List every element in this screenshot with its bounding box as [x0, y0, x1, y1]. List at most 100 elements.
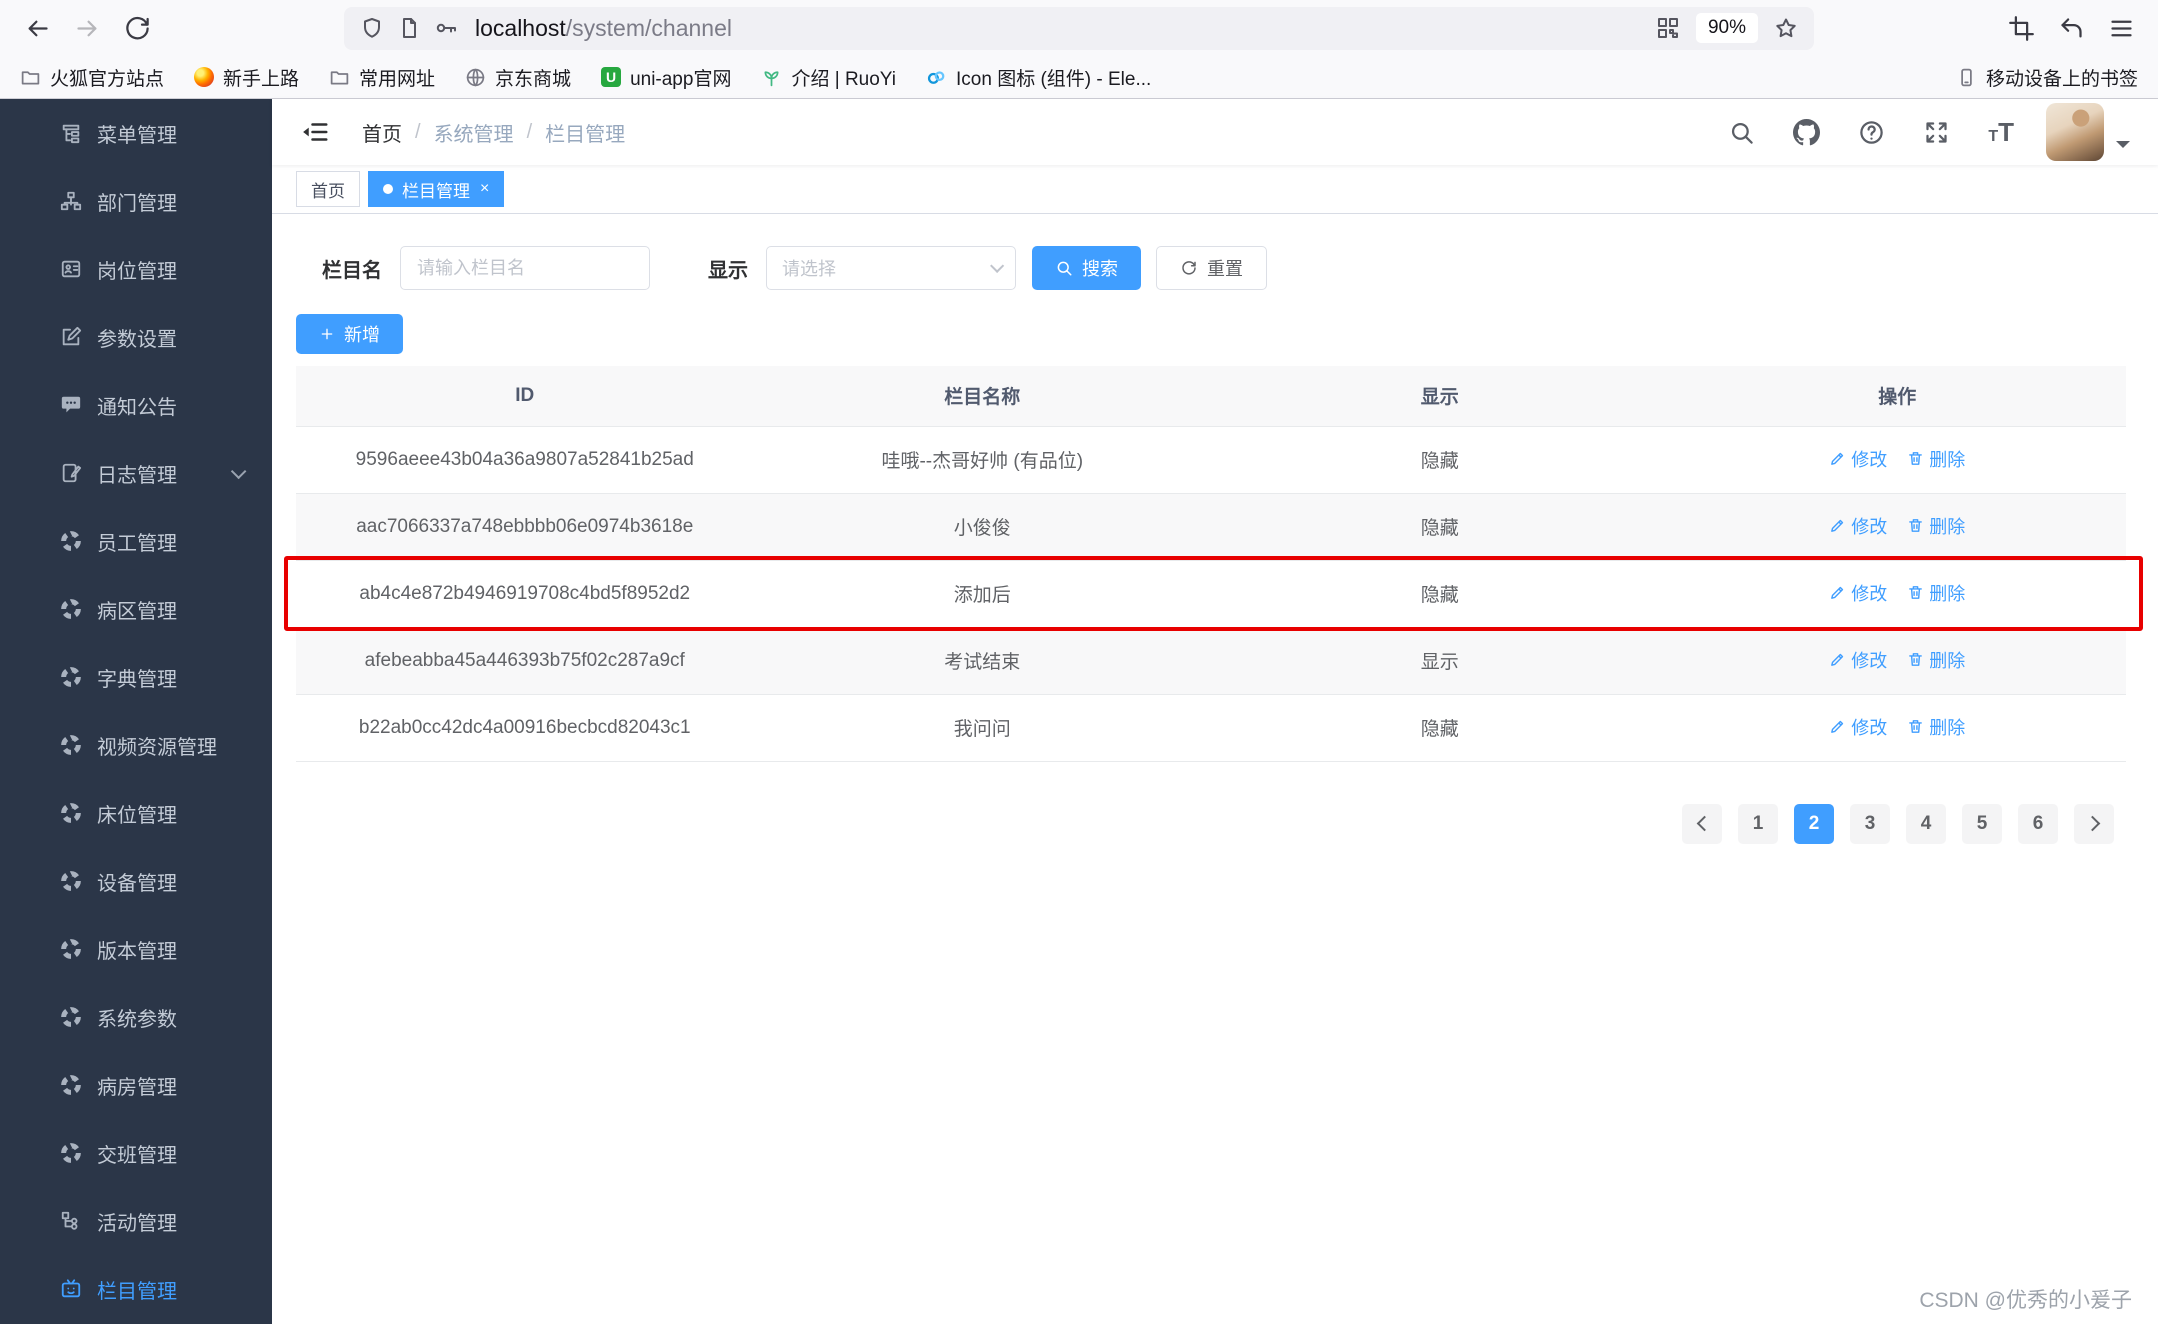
breadcrumb-item[interactable]: 栏目管理 [545, 118, 625, 147]
page-1-button[interactable]: 1 [1738, 803, 1778, 844]
bookmark-getting-started[interactable]: 新手上路 [194, 64, 299, 91]
cell-name: 小俊俊 [753, 493, 1211, 561]
sidebar-item-bed-management[interactable]: 床位管理 [0, 779, 272, 847]
chevron-left-icon [1696, 815, 1712, 832]
channel-name-input[interactable] [400, 246, 650, 290]
bookmark-label: 常用网址 [359, 68, 436, 90]
page-icon[interactable] [397, 16, 421, 40]
bookmark-element-icons[interactable]: Icon 图标 (组件) - Ele... [926, 64, 1151, 91]
sidebar-item-staff-management[interactable]: 员工管理 [0, 507, 272, 575]
globe-icon [465, 67, 486, 88]
browser-chrome: localhost/system/channel 90% 火狐官方站点 新手上路 常… [0, 0, 2158, 99]
bookmark-common-sites[interactable]: 常用网址 [329, 64, 435, 91]
plant-icon [761, 67, 782, 88]
breadcrumb-separator: / [415, 120, 421, 143]
github-icon[interactable] [1793, 118, 1821, 146]
column-header: 操作 [1668, 366, 2126, 427]
avatar-dropdown-caret[interactable] [2116, 141, 2130, 155]
tag-home[interactable]: 首页 [296, 171, 360, 207]
page-3-button[interactable]: 3 [1850, 803, 1890, 844]
edit-link[interactable]: 修改 [1829, 446, 1887, 472]
avatar[interactable] [2046, 103, 2104, 161]
url-bar[interactable]: localhost/system/channel 90% [344, 6, 1814, 50]
menu-icon[interactable] [2100, 7, 2142, 49]
cell-display: 显示 [1211, 627, 1669, 695]
browser-toolbar: localhost/system/channel 90% [0, 0, 2158, 56]
page-6-button[interactable]: 6 [2018, 803, 2058, 844]
bookmark-firefox-official[interactable]: 火狐官方站点 [20, 64, 164, 91]
page-2-button[interactable]: 2 [1794, 803, 1834, 844]
search-icon[interactable] [1728, 119, 1755, 146]
sidebar-item-post-management[interactable]: 岗位管理 [0, 235, 272, 303]
url-text: localhost/system/channel [475, 15, 732, 42]
sidebar-item-shift-management[interactable]: 交班管理 [0, 1119, 272, 1187]
key-icon [434, 16, 458, 40]
guide-icon [60, 666, 82, 688]
cell-actions: 修改 删除 [1668, 694, 2126, 762]
tags-bar: 首页 栏目管理 × [272, 165, 2158, 214]
page-5-button[interactable]: 5 [1962, 803, 2002, 844]
sidebar-item-version-management[interactable]: 版本管理 [0, 915, 272, 983]
tag-channel-management[interactable]: 栏目管理 × [368, 171, 505, 207]
edit-link[interactable]: 修改 [1829, 714, 1887, 740]
bookmark-uniapp-site[interactable]: Uuni-app官网 [601, 64, 731, 91]
sidebar-item-menu-management[interactable]: 菜单管理 [0, 99, 272, 167]
sidebar-item-system-params[interactable]: 系统参数 [0, 983, 272, 1051]
delete-link[interactable]: 删除 [1907, 513, 1965, 539]
page-4-button[interactable]: 4 [1906, 803, 1946, 844]
close-icon[interactable]: × [480, 181, 489, 197]
breadcrumb-separator: / [526, 120, 533, 143]
delete-link[interactable]: 删除 [1907, 446, 1965, 472]
fold-sidebar-icon[interactable] [300, 117, 330, 147]
undo-icon[interactable] [2050, 7, 2092, 49]
top-navbar: 首页 / 系统管理 / 栏目管理 TT [272, 99, 2158, 165]
firefox-icon [194, 67, 215, 87]
add-button[interactable]: 新增 [296, 314, 403, 354]
sidebar-item-log-management[interactable]: 日志管理 [0, 439, 272, 507]
edit-link[interactable]: 修改 [1829, 513, 1887, 539]
bookmark-star-icon[interactable] [1774, 16, 1798, 40]
sidebar-item-video-resource-management[interactable]: 视频资源管理 [0, 711, 272, 779]
sidebar-item-param-settings[interactable]: 参数设置 [0, 303, 272, 371]
breadcrumb-item[interactable]: 系统管理 [434, 118, 514, 147]
reset-button[interactable]: 重置 [1156, 246, 1267, 290]
next-page-button[interactable] [2074, 803, 2114, 844]
sidebar-item-notice-management[interactable]: 通知公告 [0, 371, 272, 439]
sidebar-item-channel-management[interactable]: 栏目管理 [0, 1255, 272, 1323]
sidebar-item-dept-management[interactable]: 部门管理 [0, 167, 272, 235]
prev-page-button[interactable] [1682, 803, 1722, 844]
forward-button[interactable] [66, 7, 108, 49]
sidebar-item-dict-management[interactable]: 字典管理 [0, 643, 272, 711]
edit-link[interactable]: 修改 [1829, 580, 1887, 606]
bookmark-jd-mall[interactable]: 京东商城 [465, 64, 571, 91]
zoom-level-badge[interactable]: 90% [1695, 13, 1758, 43]
refresh-icon [1180, 259, 1198, 277]
screenshot-icon[interactable] [2000, 7, 2042, 49]
sidebar-item-activity-management[interactable]: 活动管理 [0, 1187, 272, 1255]
font-size-icon[interactable]: TT [1988, 119, 2014, 145]
column-header: 栏目名称 [753, 366, 1211, 427]
delete-link[interactable]: 删除 [1907, 714, 1965, 740]
sidebar-item-ward-area-management[interactable]: 病区管理 [0, 575, 272, 643]
bookmark-mobile-bookmarks[interactable]: 移动设备上的书签 [1956, 64, 2138, 91]
help-icon[interactable] [1858, 119, 1885, 146]
reload-button[interactable] [116, 7, 158, 49]
delete-link[interactable]: 删除 [1907, 580, 1965, 606]
cell-id: ab4c4e872b4946919708c4bd5f8952d2 [296, 560, 754, 628]
bookmark-ruoyi-intro[interactable]: 介绍 | RuoYi [761, 64, 896, 91]
guide-icon [60, 870, 82, 892]
fullscreen-icon[interactable] [1923, 119, 1950, 146]
guide-icon [60, 938, 82, 960]
sidebar-item-room-management[interactable]: 病房管理 [0, 1051, 272, 1119]
cell-id: aac7066337a748ebbbb06e0974b3618e [296, 493, 754, 561]
search-button[interactable]: 搜索 [1032, 246, 1141, 290]
shield-icon[interactable] [360, 16, 384, 40]
cell-display: 隐藏 [1211, 426, 1669, 494]
display-select[interactable]: 请选择 [766, 246, 1016, 290]
back-button[interactable] [16, 7, 58, 49]
sidebar-item-device-management[interactable]: 设备管理 [0, 847, 272, 915]
delete-link[interactable]: 删除 [1907, 647, 1965, 673]
qr-code-icon[interactable] [1656, 16, 1680, 40]
edit-link[interactable]: 修改 [1829, 647, 1887, 673]
breadcrumb-item[interactable]: 首页 [362, 118, 402, 147]
